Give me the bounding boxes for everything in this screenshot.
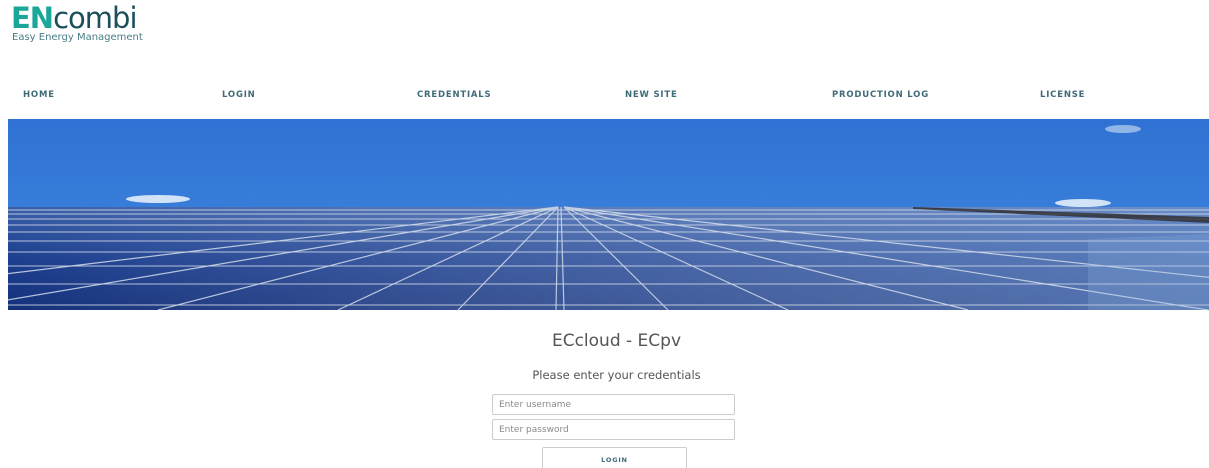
logo[interactable]: EN combi Easy Energy Management (11, 4, 143, 44)
logo-tagline: Easy Energy Management (12, 32, 143, 43)
nav-login[interactable]: LOGIN (222, 90, 256, 100)
nav-production-log[interactable]: PRODUCTION LOG (832, 90, 929, 100)
nav-home[interactable]: HOME (23, 90, 55, 100)
password-input[interactable] (492, 419, 735, 440)
username-input[interactable] (492, 394, 735, 415)
nav-new-site[interactable]: NEW SITE (625, 90, 678, 100)
banner-image (8, 119, 1209, 310)
page-subtitle: Please enter your credentials (532, 368, 701, 382)
page: EN combi Easy Energy Management HOME LOGI… (0, 0, 1209, 468)
page-title: ECcloud - ECpv (551, 331, 682, 351)
main-nav: HOME LOGIN CREDENTIALS NEW SITE PRODUCTI… (0, 90, 1209, 104)
logo-wordmark: EN combi (11, 4, 143, 33)
nav-license[interactable]: LICENSE (1040, 90, 1085, 100)
nav-credentials[interactable]: CREDENTIALS (417, 90, 491, 100)
logo-prefix: EN (11, 1, 54, 35)
login-button[interactable]: LOGIN (542, 447, 687, 468)
logo-suffix: combi (53, 1, 137, 35)
